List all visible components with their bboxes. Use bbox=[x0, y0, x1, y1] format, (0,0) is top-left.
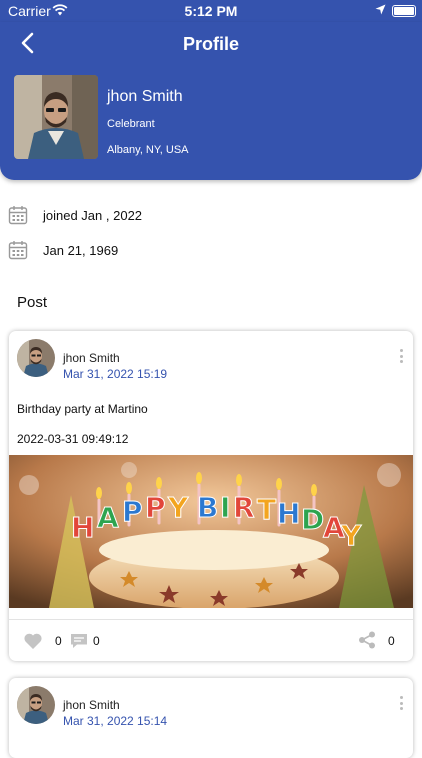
post-timestamp: 2022-03-31 09:49:12 bbox=[17, 432, 129, 446]
profile-header: Profile jhon Smith Celebrant Albany, NY,… bbox=[0, 22, 422, 180]
page-title: Profile bbox=[182, 34, 239, 54]
post-card[interactable]: jhon Smith Mar 31, 2022 15:14 bbox=[9, 678, 413, 758]
svg-text:H: H bbox=[277, 497, 300, 530]
post-author-name[interactable]: jhon Smith bbox=[63, 351, 120, 365]
calendar-icon bbox=[8, 241, 28, 260]
profile-role: Celebrant bbox=[107, 118, 155, 130]
svg-text:Y: Y bbox=[167, 491, 189, 524]
svg-text:D: D bbox=[301, 503, 324, 536]
post-image-birthday-cake[interactable]: H A P P Y B I R T H D A Y bbox=[9, 455, 413, 608]
svg-text:T: T bbox=[257, 493, 276, 526]
post-date: Mar 31, 2022 15:19 bbox=[63, 367, 168, 381]
share-count: 0 bbox=[388, 634, 395, 648]
status-time: 5:12 PM bbox=[184, 3, 238, 19]
svg-text:R: R bbox=[233, 491, 255, 524]
birthday-date: Jan 21, 1969 bbox=[43, 243, 119, 258]
comment-icon[interactable] bbox=[70, 632, 88, 650]
post-text: Birthday party at Martino bbox=[17, 402, 148, 416]
svg-text:A: A bbox=[97, 501, 119, 534]
post-card[interactable]: jhon Smith Mar 31, 2022 15:19 Birthday p… bbox=[9, 331, 413, 661]
calendar-icon bbox=[8, 206, 28, 225]
post-divider bbox=[9, 619, 413, 620]
post-author-avatar[interactable] bbox=[17, 686, 55, 724]
location-arrow-icon bbox=[375, 4, 386, 15]
more-options-icon[interactable] bbox=[400, 349, 404, 366]
more-options-icon[interactable] bbox=[400, 696, 404, 713]
birthday-row: Jan 21, 1969 bbox=[8, 240, 408, 262]
battery-icon bbox=[392, 5, 416, 17]
svg-text:P: P bbox=[145, 491, 166, 524]
profile-location: Albany, NY, USA bbox=[107, 144, 189, 156]
share-icon[interactable] bbox=[358, 631, 376, 649]
profile-name: jhon Smith bbox=[107, 88, 183, 105]
post-author-avatar[interactable] bbox=[17, 339, 55, 377]
joined-date: joined Jan , 2022 bbox=[43, 208, 143, 223]
profile-avatar bbox=[14, 75, 98, 159]
like-count: 0 bbox=[55, 634, 62, 648]
joined-row: joined Jan , 2022 bbox=[8, 205, 408, 227]
svg-text:P: P bbox=[122, 495, 143, 528]
post-author-name[interactable]: jhon Smith bbox=[63, 698, 120, 712]
post-section-title: Post bbox=[17, 294, 48, 311]
svg-text:B: B bbox=[197, 491, 218, 524]
svg-text:I: I bbox=[220, 491, 230, 524]
heart-icon[interactable] bbox=[23, 632, 43, 650]
post-date: Mar 31, 2022 15:14 bbox=[63, 714, 168, 728]
status-bar: Carrier 5:12 PM bbox=[0, 0, 422, 22]
svg-text:H: H bbox=[71, 511, 94, 544]
svg-text:Y: Y bbox=[340, 519, 362, 552]
comment-count: 0 bbox=[93, 634, 100, 648]
